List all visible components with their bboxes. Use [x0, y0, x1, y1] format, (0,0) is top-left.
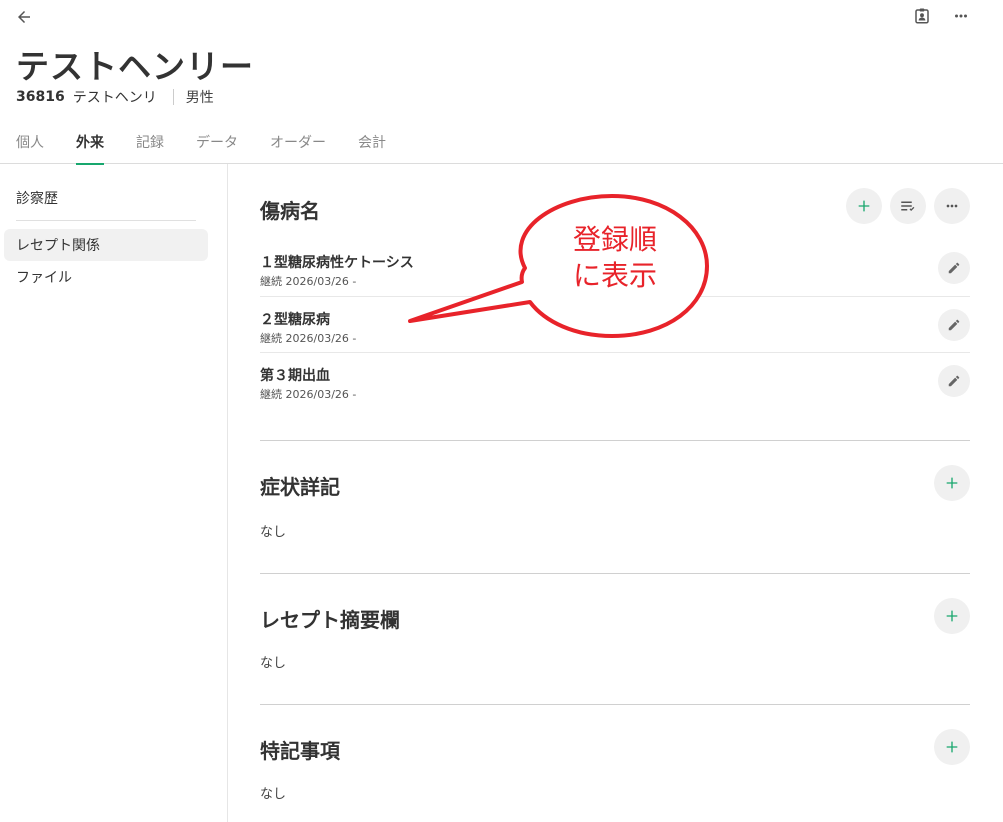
tab-billing[interactable]: 会計 — [358, 122, 386, 164]
arrow-left-icon — [18, 11, 30, 23]
pencil-icon — [948, 319, 960, 331]
disease-row[interactable]: 第３期出血 継続 2026/03/26 - — [260, 365, 970, 421]
disease-name: 第３期出血 — [260, 368, 330, 384]
top-bar — [0, 0, 1003, 34]
annotation-text: 登録順 に表示 — [560, 222, 670, 294]
divider — [172, 89, 174, 105]
section-title-receipt-summary: レセプト摘要欄 — [260, 608, 400, 632]
divider — [260, 352, 970, 353]
patient-sex: 男性 — [185, 90, 214, 106]
back-button[interactable] — [12, 5, 36, 29]
tab-records[interactable]: 記録 — [136, 122, 164, 164]
add-special-notes-button[interactable] — [934, 729, 970, 765]
divider — [260, 296, 970, 297]
plus-icon — [946, 477, 958, 489]
pencil-icon — [948, 375, 960, 387]
disease-status: 継続 2026/03/26 - — [260, 332, 357, 345]
plus-icon — [858, 200, 870, 212]
edit-disease-button[interactable] — [938, 252, 970, 284]
tab-outpatient[interactable]: 外来 — [76, 122, 104, 165]
section-title-special-notes: 特記事項 — [260, 739, 340, 763]
annotation-line: 登録順 — [572, 223, 657, 256]
tab-orders[interactable]: オーダー — [270, 122, 326, 164]
tab-data[interactable]: データ — [196, 122, 238, 164]
tab-bar: 個人 外来 記録 データ オーダー 会計 — [0, 122, 1003, 165]
annotation-line: に表示 — [572, 259, 657, 292]
sort-list-icon — [901, 201, 915, 212]
disease-row[interactable]: ２型糖尿病 継続 2026/03/26 - — [260, 309, 970, 365]
patient-kana: テストヘンリ — [72, 90, 157, 106]
tab-personal[interactable]: 個人 — [16, 122, 44, 164]
more-options-button[interactable] — [949, 4, 973, 28]
divider — [16, 220, 196, 221]
disease-name: １型糖尿病性ケトーシス — [260, 255, 414, 271]
contact-card-icon — [915, 8, 929, 24]
disease-status: 継続 2026/03/26 - — [260, 275, 357, 288]
sidebar-item-receipt[interactable]: レセプト関係 — [4, 229, 208, 261]
divider — [260, 704, 970, 705]
sidebar-item-history[interactable]: 診察歴 — [16, 188, 58, 208]
contact-card-button[interactable] — [910, 4, 934, 28]
edit-disease-button[interactable] — [938, 309, 970, 341]
patient-name: テストヘンリー — [16, 47, 254, 86]
edit-disease-button[interactable] — [938, 365, 970, 397]
more-horizontal-icon — [955, 14, 967, 18]
divider — [260, 440, 970, 441]
section-title-symptom: 症状詳記 — [260, 475, 340, 499]
add-receipt-summary-button[interactable] — [934, 598, 970, 634]
add-disease-button[interactable] — [846, 188, 882, 224]
receipt-summary-value: なし — [260, 656, 287, 671]
add-symptom-button[interactable] — [934, 465, 970, 501]
pencil-icon — [948, 262, 960, 274]
patient-info: 36816 テストヘンリ 男性 — [16, 87, 214, 107]
divider — [260, 573, 970, 574]
symptom-value: なし — [260, 525, 287, 540]
patient-id: 36816 — [16, 89, 65, 105]
sidebar-item-files[interactable]: ファイル — [4, 261, 208, 293]
special-notes-value: なし — [260, 787, 287, 802]
disease-name: ２型糖尿病 — [260, 312, 330, 328]
plus-icon — [946, 741, 958, 753]
sidebar: 診察歴 レセプト関係 ファイル — [0, 164, 228, 822]
disease-status: 継続 2026/03/26 - — [260, 388, 357, 401]
section-title-disease: 傷病名 — [260, 199, 320, 223]
more-disease-button[interactable] — [934, 188, 970, 224]
sort-disease-button[interactable] — [890, 188, 926, 224]
more-horizontal-icon — [946, 204, 958, 208]
plus-icon — [946, 610, 958, 622]
